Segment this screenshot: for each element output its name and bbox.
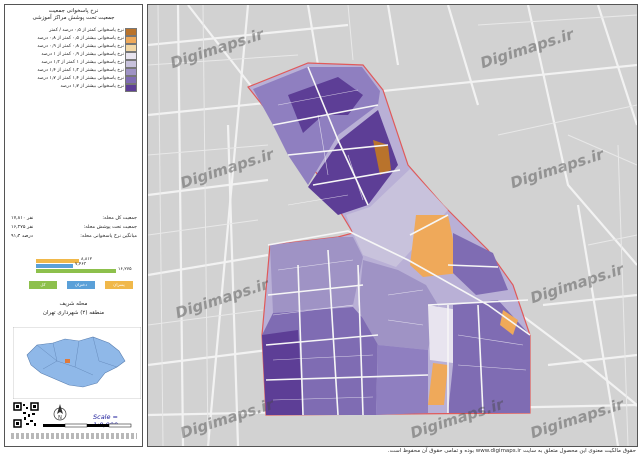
stat-row: جمعیت کل محله: ۱۷,۸۱۰ نفر [11,215,137,222]
stat-label: میانگین نرخ پاسخوانی محله: [80,234,137,239]
legend-item: نرخ پاسخوانی کمتر از ۰٫۵ درصد / کمتر [11,27,137,36]
district-title: منطقه (۲) شهرداری تهران [42,310,105,316]
stat-value: ۱۶,۲۷۵ نفر [11,225,34,230]
scale-bar [43,423,132,428]
legend-item: نرخ پاسخوانی بیشتر از ۱٫۲ کمتر از ۱٫۴ در… [11,67,137,76]
stat-label: جمعیت کل محله: [102,216,137,221]
stat-value: ۱۷,۸۱۰ نفر [11,216,34,221]
legend-item: نرخ پاسخوانی بیشتر از ۰٫۸ کمتر از ۰٫۹ در… [11,43,137,52]
neighborhood-title: محله شریف [59,301,88,307]
legend-item: نرخ پاسخوانی بیشتر از ۱٫۷ درصد [11,83,137,92]
map-svg [148,5,637,446]
legend-label: نرخ پاسخوانی بیشتر از ۰٫۵ کمتر از ۰٫۸ در… [37,36,124,41]
qr-code-icon [13,402,39,428]
population-category-box: کل [29,281,57,289]
legend-swatch [125,84,137,92]
population-bar [36,269,116,273]
north-arrow-icon: N [53,404,67,421]
map-area: Digimaps.ir Digimaps.ir Digimaps.ir Digi… [147,4,638,447]
legend-item: نرخ پاسخوانی بیشتر از ۰٫۵ کمتر از ۰٫۸ در… [11,35,137,44]
north-label: N [58,415,62,421]
population-bar [36,264,73,268]
legend-label: نرخ پاسخوانی بیشتر از ۱٫۴ کمتر از ۱٫۷ در… [37,76,124,81]
population-bar-label: ۷,۴۶۳ [75,262,87,267]
copyright-footer: حقوق مالکیت معنوی این محصول متعلق به سای… [387,448,636,454]
legend-label: نرخ پاسخوانی بیشتر از ۰٫۹ کمتر از ۱ درصد [41,52,124,57]
legend-label: نرخ پاسخوانی بیشتر از ۱٫۲ کمتر از ۱٫۴ در… [37,68,124,73]
stat-row: میانگین نرخ پاسخوانی محله: ۹۱٫۴ درصد [11,233,137,240]
legend-panel: نرخ پاسخوانی جمعیت جمعیت تحت پوشش مراکز … [4,4,143,447]
legend-label: نرخ پاسخوانی کمتر از ۰٫۵ درصد / کمتر [49,28,124,33]
legend-title: نرخ پاسخوانی جمعیت [48,8,99,14]
stat-value: ۹۱٫۴ درصد [11,234,33,239]
credit-strip [11,433,137,439]
stat-label: جمعیت تحت پوشش محله: [83,225,137,230]
population-category-box: دختران [67,281,95,289]
locator-map [13,327,141,399]
population-category-box: پسران [105,281,133,289]
population-bar-label: ۱۶,۲۷۵ [118,267,132,272]
stat-row: جمعیت تحت پوشش محله: ۱۶,۲۷۵ نفر [11,224,137,231]
legend-subtitle: جمعیت تحت پوشش مراکز آموزشی [32,15,115,21]
legend-label: نرخ پاسخوانی بیشتر از ۱٫۷ درصد [60,84,124,89]
neighborhood-marker [65,359,70,363]
legend-item: نرخ پاسخوانی بیشتر از ۱٫۴ کمتر از ۱٫۷ در… [11,75,137,84]
legend-label: نرخ پاسخوانی بیشتر از ۱ کمتر از ۱٫۲ درصد [41,60,124,65]
legend-item: نرخ پاسخوانی بیشتر از ۰٫۹ کمتر از ۱ درصد [11,51,137,60]
population-bar [36,259,79,263]
legend-label: نرخ پاسخوانی بیشتر از ۰٫۸ کمتر از ۰٫۹ در… [37,44,124,49]
legend-item: نرخ پاسخوانی بیشتر از ۱ کمتر از ۱٫۲ درصد [11,59,137,68]
